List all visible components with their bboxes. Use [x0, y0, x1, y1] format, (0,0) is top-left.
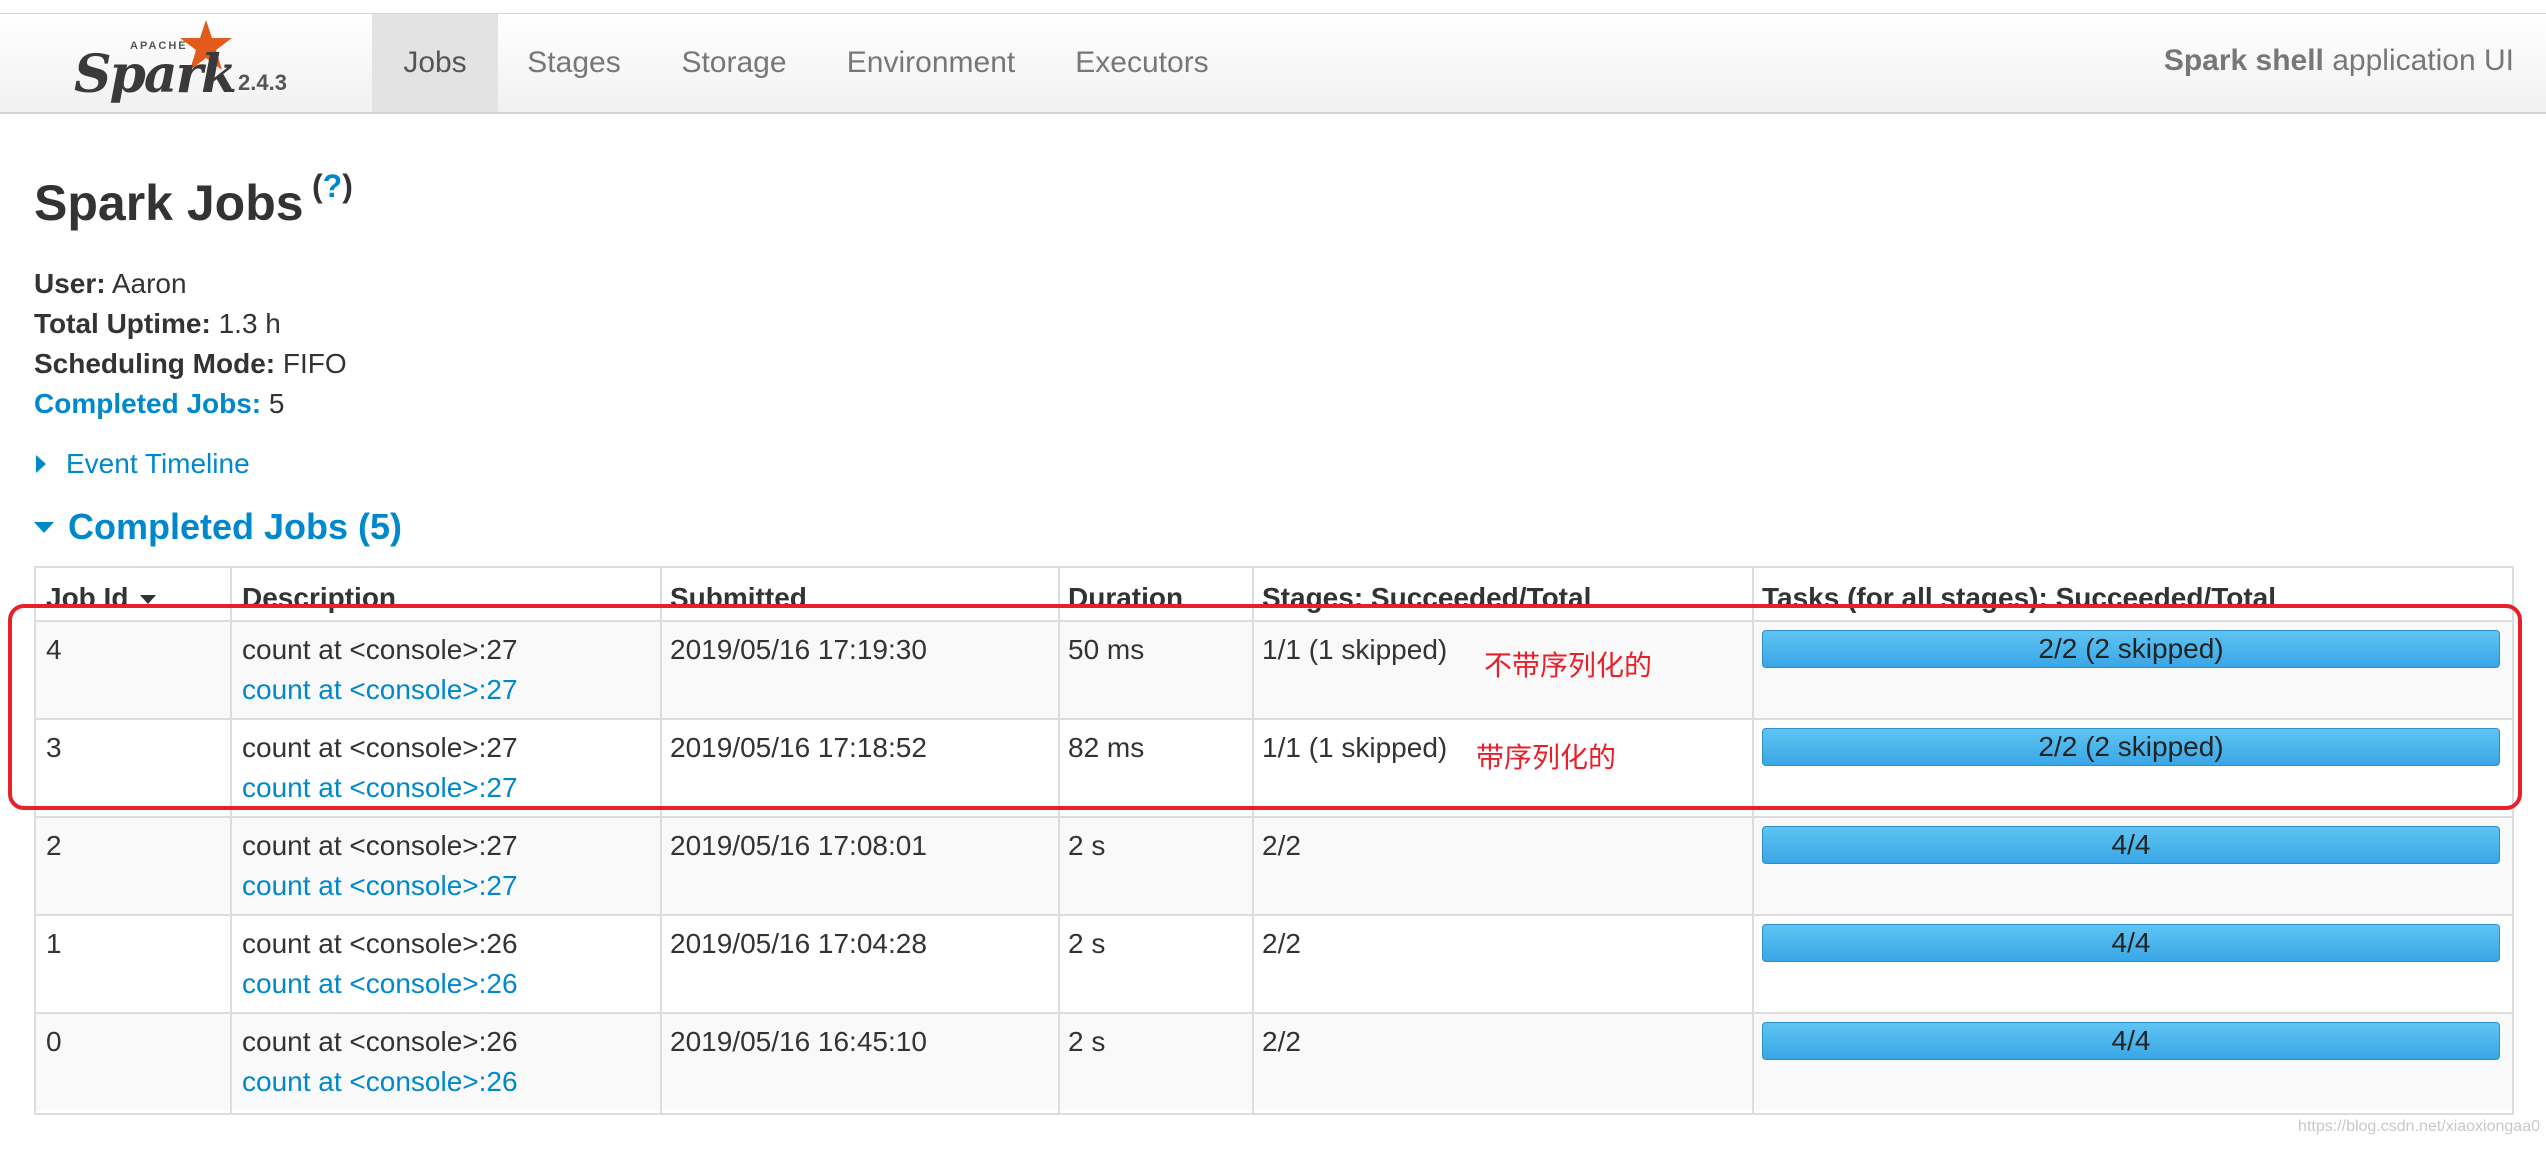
event-timeline-toggle[interactable]: Event Timeline: [36, 448, 250, 480]
tab-stages[interactable]: Stages: [498, 14, 650, 112]
job-description-link[interactable]: count at <console>:27: [242, 870, 518, 902]
table-row: 0 count at <console>:26 count at <consol…: [36, 1012, 2512, 1110]
job-stages: 2/2: [1262, 928, 1301, 959]
job-id: 2: [46, 830, 62, 861]
expand-arrow-icon: [36, 455, 46, 473]
help-open-paren: (: [312, 168, 323, 204]
user-label: User:: [34, 268, 106, 299]
page-title: Spark Jobs: [34, 175, 304, 231]
job-id: 1: [46, 928, 62, 959]
app-title-name: Spark shell: [2163, 44, 2324, 77]
summary-user: User: Aaron: [34, 268, 187, 300]
tasks-progress-label: 4/4: [2111, 1025, 2151, 1056]
tasks-progress-bar: 4/4: [1762, 924, 2500, 962]
tab-executors[interactable]: Executors: [1044, 14, 1240, 112]
app-title: Spark shell application UI: [2164, 44, 2514, 78]
job-description-link[interactable]: count at <console>:26: [242, 968, 518, 1000]
uptime-value: 1.3 h: [210, 308, 281, 339]
collapse-arrow-icon: [34, 521, 54, 533]
job-submitted: 2019/05/16 17:04:28: [670, 928, 927, 959]
tab-jobs[interactable]: Jobs: [372, 14, 498, 112]
tasks-progress-bar: 4/4: [1762, 826, 2500, 864]
spark-wordmark: Spark: [74, 44, 237, 105]
tasks-progress-label: 4/4: [2111, 829, 2151, 860]
summary-completed-jobs: Completed Jobs: 5: [34, 388, 285, 420]
annotation-highlight-box: [8, 604, 2522, 810]
job-description: count at <console>:26: [242, 1026, 518, 1057]
summary-uptime: Total Uptime: 1.3 h: [34, 308, 281, 340]
job-stages: 2/2: [1262, 830, 1301, 861]
app-title-suffix: application UI: [2323, 44, 2514, 77]
tasks-progress-label: 4/4: [2111, 927, 2151, 958]
job-description: count at <console>:26: [242, 928, 518, 959]
sort-desc-icon: [140, 595, 157, 605]
scheduling-mode-label: Scheduling Mode:: [34, 348, 276, 379]
job-duration: 2 s: [1068, 928, 1106, 959]
job-id: 0: [46, 1026, 62, 1057]
table-row: 2 count at <console>:27 count at <consol…: [36, 816, 2512, 914]
job-submitted: 2019/05/16 17:08:01: [670, 830, 927, 861]
scheduling-mode-value: FIFO: [275, 348, 347, 379]
tab-storage[interactable]: Storage: [650, 14, 818, 112]
top-border: [0, 0, 2546, 14]
tasks-progress-bar: 4/4: [1762, 1022, 2500, 1060]
completed-jobs-link[interactable]: Completed Jobs:: [34, 388, 261, 419]
navbar: APACHE Spark 2.4.3 Jobs Stages Storage E…: [0, 14, 2546, 114]
tab-environment[interactable]: Environment: [818, 14, 1044, 112]
job-description-link[interactable]: count at <console>:26: [242, 1066, 518, 1098]
summary-scheduling-mode: Scheduling Mode: FIFO: [34, 348, 347, 380]
uptime-label: Total Uptime:: [34, 308, 211, 339]
spark-version: 2.4.3: [238, 70, 287, 95]
completed-jobs-value: 5: [261, 388, 285, 419]
job-duration: 2 s: [1068, 1026, 1106, 1057]
table-row: 1 count at <console>:26 count at <consol…: [36, 914, 2512, 1012]
event-timeline-label: Event Timeline: [66, 448, 250, 479]
help-question-mark[interactable]: ?: [323, 168, 343, 204]
spark-logo[interactable]: APACHE Spark 2.4.3: [68, 16, 298, 112]
job-duration: 2 s: [1068, 830, 1106, 861]
watermark: https://blog.csdn.net/xiaoxiongaa0: [2298, 1118, 2540, 1135]
completed-jobs-toggle[interactable]: Completed Jobs (5): [34, 506, 402, 548]
help-close-paren: ): [342, 168, 353, 204]
completed-jobs-heading: Completed Jobs (5): [68, 506, 403, 547]
help-tooltip[interactable]: (?): [312, 168, 353, 205]
job-submitted: 2019/05/16 16:45:10: [670, 1026, 927, 1057]
user-value: Aaron: [105, 268, 187, 299]
job-description: count at <console>:27: [242, 830, 518, 861]
job-stages: 2/2: [1262, 1026, 1301, 1057]
